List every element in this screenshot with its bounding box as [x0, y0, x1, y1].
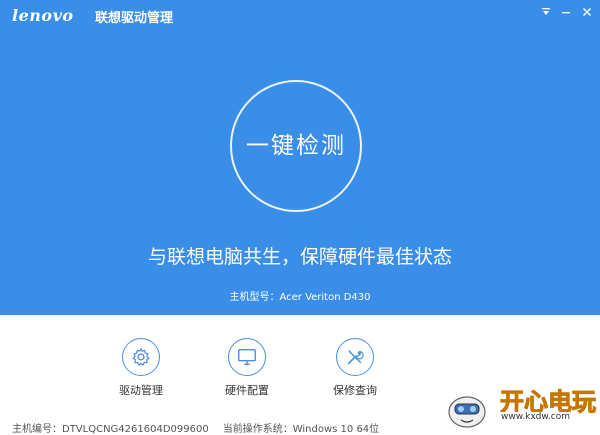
- serial-value: DTVLQCNG4261604D099600: [62, 424, 209, 435]
- serial-label: 主机编号：: [12, 424, 62, 435]
- gear-icon: [122, 338, 160, 376]
- app-title: 联想驱动管理: [95, 11, 174, 26]
- watermark-url: www.kxdw.com: [499, 412, 572, 422]
- close-icon[interactable]: [578, 4, 596, 22]
- title-bar[interactable]: lenovo 联想驱动管理: [0, 0, 600, 30]
- driver-management-button[interactable]: 驱动管理: [101, 338, 181, 398]
- one-click-scan-button[interactable]: 一键检测: [230, 80, 362, 212]
- os-label: 当前操作系统：: [222, 424, 293, 435]
- hardware-config-button[interactable]: 硬件配置: [207, 338, 287, 398]
- os-value: Windows 10 64位: [292, 424, 380, 435]
- hardware-config-label: 硬件配置: [225, 384, 269, 397]
- driver-management-label: 驱动管理: [119, 384, 163, 397]
- slogan: 与联想电脑共生，保障硬件最佳状态: [147, 246, 452, 268]
- warranty-query-button[interactable]: 保修查询: [315, 338, 395, 398]
- watermark: 开心电玩 www.kxdw.com: [400, 380, 600, 435]
- menu-dropdown-icon[interactable]: [537, 4, 555, 22]
- warranty-query-label: 保修查询: [333, 384, 377, 397]
- status-bar: 主机编号：DTVLQCNG4261604D099600 当前操作系统：Window…: [12, 420, 379, 435]
- monitor-icon: [228, 338, 266, 376]
- tools-icon: [336, 338, 374, 376]
- mascot-icon: [448, 396, 486, 428]
- model-value: Acer Veriton D430: [279, 292, 371, 303]
- lenovo-logo: lenovo: [12, 6, 74, 25]
- hero-panel: lenovo 联想驱动管理 一键检测 与联想电脑共生，保障硬件最佳状态 主机型号…: [0, 0, 600, 315]
- minimize-icon[interactable]: [557, 4, 575, 22]
- model-info: 主机型号：Acer Veriton D430: [0, 288, 600, 303]
- scan-button-label: 一键检测: [246, 133, 346, 159]
- model-label: 主机型号：: [229, 292, 280, 303]
